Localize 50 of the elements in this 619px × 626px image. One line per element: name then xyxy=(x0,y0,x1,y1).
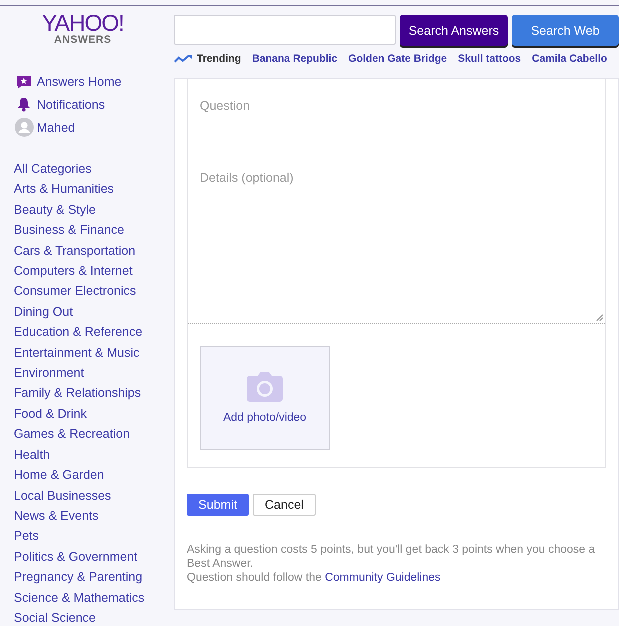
category-link[interactable]: Education & Reference xyxy=(14,322,170,343)
logo-wordmark[interactable]: YAHOO! xyxy=(42,12,124,34)
trending-link[interactable]: Skull tattoos xyxy=(458,53,522,65)
trending-link[interactable]: Camila Cabello xyxy=(532,53,608,65)
category-link[interactable]: Consumer Electronics xyxy=(14,281,170,302)
category-link[interactable]: Entertainment & Music xyxy=(14,342,170,364)
category-link[interactable]: Games & Recreation xyxy=(14,424,170,445)
category-link[interactable]: All Categories xyxy=(14,159,170,180)
category-link[interactable]: Home & Garden xyxy=(14,465,170,486)
category-link[interactable]: Arts & Humanities xyxy=(14,179,170,200)
category-link[interactable]: Science & Mathematics xyxy=(14,588,170,608)
category-link[interactable]: Family & Relationships xyxy=(14,383,170,404)
category-link[interactable]: Computers & Internet xyxy=(14,261,170,282)
camera-icon xyxy=(247,372,283,402)
category-link[interactable]: Social Science xyxy=(14,608,170,626)
bell-icon xyxy=(17,97,31,112)
category-link[interactable]: Pets xyxy=(14,526,170,547)
category-link[interactable]: Food & Drink xyxy=(14,404,170,424)
add-media-button[interactable]: Add photo/video xyxy=(200,346,330,450)
trending-link[interactable]: Banana Republic xyxy=(252,53,338,65)
category-link[interactable]: Politics & Government xyxy=(14,546,170,568)
category-link[interactable]: Health xyxy=(14,444,170,466)
category-link[interactable]: News & Events xyxy=(14,506,170,526)
trend-line-icon xyxy=(174,54,194,64)
category-link[interactable]: Cars & Transportation xyxy=(14,240,170,262)
category-link[interactable]: Business & Finance xyxy=(14,220,170,241)
category-link[interactable]: Beauty & Style xyxy=(14,200,170,220)
search-web-button[interactable]: Search Web xyxy=(512,15,619,46)
guidelines-link[interactable]: Community Guidelines xyxy=(325,572,441,584)
points-note: Asking a question costs 5 points, but you'll get back 3 points when you choose a Best Answer. xyxy=(187,543,596,571)
search-field[interactable] xyxy=(174,15,396,45)
question-placeholder: Question xyxy=(200,99,250,113)
avatar-icon xyxy=(14,118,34,137)
category-link[interactable]: Dining Out xyxy=(14,302,170,322)
category-link[interactable]: Pregnancy & Parenting xyxy=(14,567,170,588)
guidelines-note: Question should follow the Community Guidelines xyxy=(187,571,442,585)
resize-grip-icon[interactable] xyxy=(596,314,603,321)
nav-link[interactable]: Answers Home xyxy=(37,74,122,88)
star-chat-icon xyxy=(16,74,32,90)
trending-link[interactable]: Golden Gate Bridge xyxy=(348,53,448,65)
submit-button[interactable]: Submit xyxy=(187,494,249,516)
logo-subtitle: ANSWERS xyxy=(54,34,112,46)
details-placeholder: Details (optional) xyxy=(200,171,295,185)
search-answers-button[interactable]: Search Answers xyxy=(400,15,508,46)
trending-label: Trending xyxy=(197,53,242,65)
profile-link[interactable]: Mahed xyxy=(37,120,76,134)
cancel-button[interactable]: Cancel xyxy=(253,494,316,516)
category-link[interactable]: Local Businesses xyxy=(14,486,170,506)
nav-link[interactable]: Notifications xyxy=(37,98,106,112)
category-link[interactable]: Environment xyxy=(14,363,170,384)
